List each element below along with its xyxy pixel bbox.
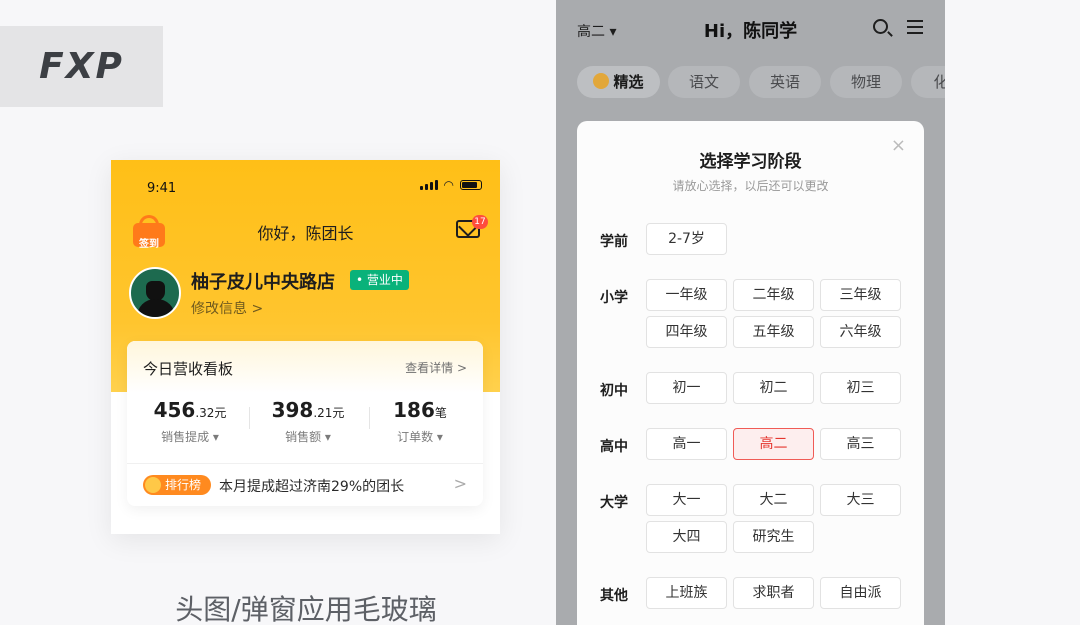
option-button[interactable]: 上班族 [646,577,727,609]
option-button[interactable]: 大一 [646,484,727,516]
chevron-right-icon: > [453,474,467,493]
stage-select-modal: × 选择学习阶段 请放心选择，以后还可以更改 学前 2-7岁 小学 一年级 二年… [577,121,924,625]
option-button[interactable]: 初三 [820,372,901,404]
stat-label: 订单数 ▾ [397,430,443,444]
option-button[interactable]: 求职者 [733,577,814,609]
section-label: 高中 [600,439,628,455]
option-button[interactable]: 一年级 [646,279,727,311]
option-button[interactable]: 四年级 [646,316,727,348]
search-icon[interactable] [873,19,888,34]
battery-icon [460,180,482,190]
revenue-board: 今日营收看板 查看详情 > 456.32元 销售提成 ▾ 398.21元 销售额… [127,341,483,506]
view-details-link[interactable]: 查看详情 > [405,359,467,376]
mail-badge: 17 [472,215,488,229]
section-label: 小学 [600,290,628,306]
option-button[interactable]: 三年级 [820,279,901,311]
section-label: 其他 [600,588,628,604]
wifi-icon: ◠ [443,178,454,192]
status-icons: ◠ [419,178,482,192]
section-label: 大学 [600,495,628,511]
signal-icon [419,180,438,190]
stat-orders[interactable]: 186笔 订单数 ▾ [365,398,475,445]
modal-title: 选择学习阶段 [699,152,802,172]
section-label: 学前 [600,234,628,250]
option-button[interactable]: 初一 [646,372,727,404]
modal-subtitle: 请放心选择，以后还可以更改 [672,179,829,193]
caption: 头图/弹窗应用毛玻璃 [175,593,437,625]
option-button[interactable]: 高一 [646,428,727,460]
stat-label: 销售额 ▾ [285,430,331,444]
study-app-screen: 高二 ▾ Hi，陈同学 精选 语文 英语 物理 化 × 选择学习阶段 请放心选择… [556,0,945,625]
edit-info-link[interactable]: 修改信息 > [191,298,263,318]
option-button[interactable]: 六年级 [820,316,901,348]
tab-featured[interactable]: 精选 [577,66,660,98]
menu-icon[interactable] [907,20,923,34]
ranking-row[interactable]: 排行榜 本月提成超过济南29%的团长 > [127,463,483,506]
stat-label: 销售提成 ▾ [161,430,219,444]
logo-text: FXP [39,46,124,87]
option-button[interactable]: 二年级 [733,279,814,311]
option-button[interactable]: 高三 [820,428,901,460]
merchant-app-screen: 9:41 ◠ 签到 你好，陈团长 17 柚子皮儿中央路店 • 营业中 修改信息 … [111,160,500,534]
option-button[interactable]: 五年级 [733,316,814,348]
emoji-icon [593,73,610,89]
option-button[interactable]: 初二 [733,372,814,404]
avatar[interactable] [129,267,181,319]
option-button[interactable]: 2-7岁 [646,223,727,255]
stat-commission[interactable]: 456.32元 销售提成 ▾ [135,398,245,445]
option-button[interactable]: 研究生 [733,521,814,553]
tab-english[interactable]: 英语 [749,66,821,98]
option-button[interactable]: 大二 [733,484,814,516]
tab-chemistry[interactable]: 化 [911,66,945,98]
fxp-logo: FXP [0,26,163,107]
ranking-text: 本月提成超过济南29%的团长 [219,479,405,495]
header-title: 你好，陈团长 [257,224,354,243]
tab-chinese[interactable]: 语文 [668,66,740,98]
board-title: 今日营收看板 [143,360,234,378]
shop-name: 柚子皮儿中央路店 [191,272,335,293]
section-label: 初中 [600,383,628,399]
status-time: 9:41 [147,181,177,196]
option-button[interactable]: 大四 [646,521,727,553]
ranking-pill: 排行榜 [143,475,211,495]
tab-physics[interactable]: 物理 [830,66,902,98]
status-badge: • 营业中 [350,270,409,290]
divider [249,407,250,429]
option-button[interactable]: 大三 [820,484,901,516]
option-button[interactable]: 自由派 [820,577,901,609]
option-button-selected[interactable]: 高二 [733,428,814,460]
stat-sales[interactable]: 398.21元 销售额 ▾ [253,398,363,445]
